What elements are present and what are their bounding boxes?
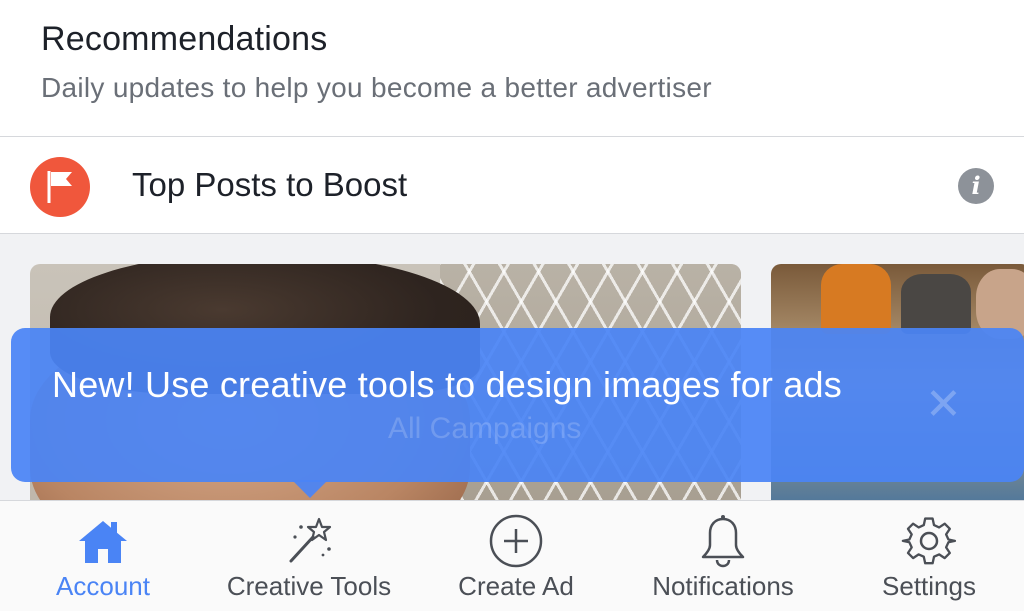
- tooltip-arrow: [292, 480, 328, 498]
- flag-icon: [30, 157, 90, 217]
- tab-settings[interactable]: Settings: [829, 501, 1024, 611]
- gear-icon: [901, 513, 957, 569]
- tab-notifications[interactable]: Notifications: [623, 501, 823, 611]
- page-subtitle: Daily updates to help you become a bette…: [41, 72, 712, 103]
- tab-create-ad[interactable]: Create Ad: [416, 501, 616, 611]
- plus-circle-icon: [488, 513, 544, 569]
- recommendations-header: Recommendations Daily updates to help yo…: [0, 0, 1024, 136]
- background-campaigns-label: All Campaigns: [388, 412, 582, 445]
- tooltip-text: New! Use creative tools to design images…: [52, 364, 842, 405]
- bottom-tab-bar: Account Creative Tools Create Ad Notific…: [0, 500, 1024, 611]
- tab-account[interactable]: Account: [3, 501, 203, 611]
- page-title: Recommendations: [41, 20, 328, 58]
- section-title: Top Posts to Boost: [132, 166, 408, 203]
- tab-label: Notifications: [652, 571, 794, 601]
- magic-wand-icon: [281, 513, 337, 569]
- post-image-figure: [901, 274, 971, 334]
- home-icon: [75, 513, 131, 569]
- tab-label: Create Ad: [458, 571, 574, 601]
- tab-label: Account: [56, 571, 150, 601]
- tab-label: Settings: [882, 571, 976, 601]
- tab-label: Creative Tools: [226, 571, 392, 601]
- info-icon[interactable]: i: [958, 168, 994, 204]
- tab-creative-tools[interactable]: Creative Tools: [209, 501, 409, 611]
- post-image-figure: [821, 264, 891, 334]
- bell-icon: [695, 513, 751, 569]
